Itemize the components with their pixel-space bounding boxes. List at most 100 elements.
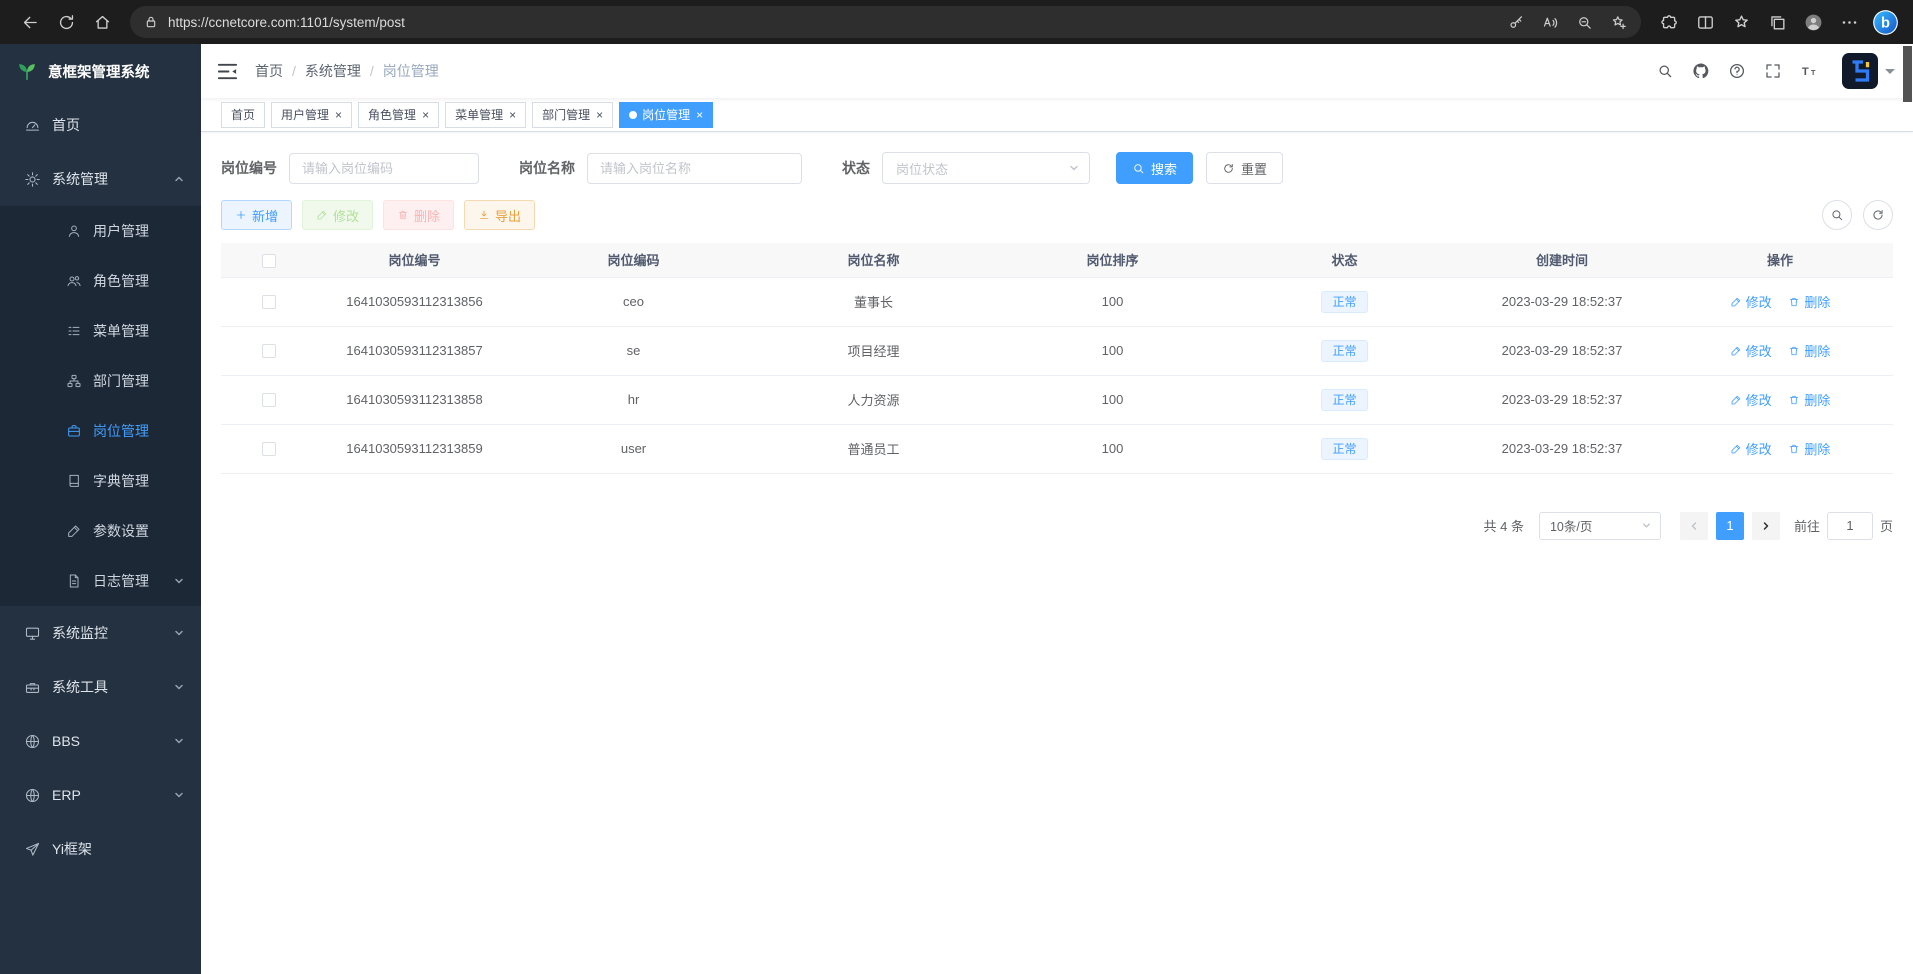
close-icon[interactable]: × <box>696 109 703 121</box>
cell-post-sort: 100 <box>993 277 1232 326</box>
docs-help-button[interactable] <box>1722 56 1752 86</box>
tabs-bar: 首页 用户管理× 角色管理× 菜单管理× 部门管理× 岗位管理× <box>201 98 1913 132</box>
sidebar-item-bbs[interactable]: BBS <box>0 714 201 768</box>
close-icon[interactable]: × <box>422 109 429 121</box>
row-delete-button[interactable]: 删除 <box>1788 292 1830 311</box>
address-bar[interactable]: https://ccnetcore.com:1101/system/post <box>130 6 1641 38</box>
cell-post-name: 普通员工 <box>754 424 993 473</box>
tab-menu-mgmt[interactable]: 菜单管理× <box>445 102 526 128</box>
screen: https://ccnetcore.com:1101/system/post <box>0 0 1913 974</box>
github-button[interactable] <box>1686 56 1716 86</box>
row-delete-button[interactable]: 删除 <box>1788 390 1830 409</box>
sidebar-item-dict-mgmt[interactable]: 字典管理 <box>0 456 201 506</box>
page-content: 岗位编号 岗位名称 状态 岗位状态 <box>201 132 1913 974</box>
home-button[interactable] <box>84 4 120 40</box>
cell-created: 2023-03-29 18:52:37 <box>1457 424 1667 473</box>
sidebar-item-user-mgmt[interactable]: 用户管理 <box>0 206 201 256</box>
sidebar-item-dept-mgmt[interactable]: 部门管理 <box>0 356 201 406</box>
page-size-select[interactable]: 10条/页 <box>1539 512 1661 540</box>
read-aloud-button[interactable] <box>1533 8 1567 36</box>
fullscreen-button[interactable] <box>1758 56 1788 86</box>
profile-button[interactable] <box>1795 4 1831 40</box>
sidebar-item-param-settings[interactable]: 参数设置 <box>0 506 201 556</box>
trash-icon <box>1788 443 1800 455</box>
tab-home[interactable]: 首页 <box>221 102 265 128</box>
sidebar-item-yi-framework[interactable]: Yi框架 <box>0 822 201 876</box>
export-button[interactable]: 导出 <box>464 200 535 230</box>
row-edit-button[interactable]: 修改 <box>1730 292 1772 311</box>
browser-menu-button[interactable] <box>1831 4 1867 40</box>
next-page-button[interactable] <box>1752 512 1780 540</box>
sidebar-item-tools[interactable]: 系统工具 <box>0 660 201 714</box>
row-edit-button[interactable]: 修改 <box>1730 390 1772 409</box>
select-all-checkbox[interactable] <box>262 254 276 268</box>
sidebar-item-monitor[interactable]: 系统监控 <box>0 606 201 660</box>
sidebar-item-log-mgmt[interactable]: 日志管理 <box>0 556 201 606</box>
post-code-input[interactable] <box>289 153 479 184</box>
split-screen-button[interactable] <box>1687 4 1723 40</box>
row-delete-button[interactable]: 删除 <box>1788 439 1830 458</box>
browser-scrollbar-thumb[interactable] <box>1903 46 1912 102</box>
table-row: 1641030593112313858 hr 人力资源 100 正常 2023-… <box>221 375 1893 424</box>
header-search-button[interactable] <box>1650 56 1680 86</box>
tab-post-mgmt[interactable]: 岗位管理× <box>619 102 713 128</box>
split-screen-icon <box>1696 13 1715 32</box>
tab-role-mgmt[interactable]: 角色管理× <box>358 102 439 128</box>
row-checkbox[interactable] <box>262 442 276 456</box>
sidebar-item-post-mgmt[interactable]: 岗位管理 <box>0 406 201 456</box>
sidebar-item-home[interactable]: 首页 <box>0 98 201 152</box>
cell-post-id: 1641030593112313857 <box>316 326 513 375</box>
collections-icon <box>1768 13 1787 32</box>
extensions-button[interactable] <box>1651 4 1687 40</box>
refresh-icon <box>57 13 76 32</box>
breadcrumb-system[interactable]: 系统管理 <box>305 61 361 81</box>
row-checkbox[interactable] <box>262 344 276 358</box>
app-window: 意框架管理系统 首页 系统管理 用户管理 角色管理 <box>0 44 1913 974</box>
zoom-button[interactable] <box>1567 8 1601 36</box>
sidebar-item-system[interactable]: 系统管理 <box>0 152 201 206</box>
breadcrumb-home[interactable]: 首页 <box>255 61 283 81</box>
sidebar-item-role-mgmt[interactable]: 角色管理 <box>0 256 201 306</box>
row-checkbox[interactable] <box>262 393 276 407</box>
row-edit-button[interactable]: 修改 <box>1730 439 1772 458</box>
sidebar-item-erp[interactable]: ERP <box>0 768 201 822</box>
leaf-logo-icon <box>16 60 38 82</box>
breadcrumb-separator: / <box>370 63 374 79</box>
close-icon[interactable]: × <box>509 109 516 121</box>
add-button[interactable]: 新增 <box>221 200 292 230</box>
tab-user-mgmt[interactable]: 用户管理× <box>271 102 352 128</box>
delete-button[interactable]: 删除 <box>383 200 454 230</box>
close-icon[interactable]: × <box>596 109 603 121</box>
row-checkbox[interactable] <box>262 295 276 309</box>
toggle-search-button[interactable] <box>1822 200 1852 230</box>
search-button[interactable]: 搜索 <box>1116 152 1193 184</box>
row-delete-button[interactable]: 删除 <box>1788 341 1830 360</box>
sidebar-fold-icon[interactable] <box>216 60 239 83</box>
total-count: 共 4 条 <box>1484 516 1524 535</box>
back-button[interactable] <box>12 4 48 40</box>
question-circle-icon <box>1728 62 1746 80</box>
refresh-table-button[interactable] <box>1863 200 1893 230</box>
edit-button[interactable]: 修改 <box>302 200 373 230</box>
search-icon <box>1132 162 1145 175</box>
row-edit-button[interactable]: 修改 <box>1730 341 1772 360</box>
copilot-button[interactable]: b <box>1867 4 1903 40</box>
post-name-input[interactable] <box>587 153 802 184</box>
collections-button[interactable] <box>1759 4 1795 40</box>
close-icon[interactable]: × <box>335 109 342 121</box>
password-key-button[interactable] <box>1499 8 1533 36</box>
font-size-button[interactable]: TT <box>1794 56 1824 86</box>
add-favorite-button[interactable] <box>1601 8 1635 36</box>
goto-page-input[interactable] <box>1827 512 1873 540</box>
reset-button[interactable]: 重置 <box>1206 152 1283 184</box>
user-avatar-menu[interactable] <box>1842 53 1895 89</box>
refresh-button[interactable] <box>48 4 84 40</box>
page-number-button[interactable]: 1 <box>1716 512 1744 540</box>
status-select[interactable]: 岗位状态 <box>882 152 1090 184</box>
favorites-button[interactable] <box>1723 4 1759 40</box>
trash-icon <box>1788 394 1800 406</box>
sidebar-item-menu-mgmt[interactable]: 菜单管理 <box>0 306 201 356</box>
header-created: 创建时间 <box>1457 243 1667 277</box>
prev-page-button[interactable] <box>1680 512 1708 540</box>
tab-dept-mgmt[interactable]: 部门管理× <box>532 102 613 128</box>
